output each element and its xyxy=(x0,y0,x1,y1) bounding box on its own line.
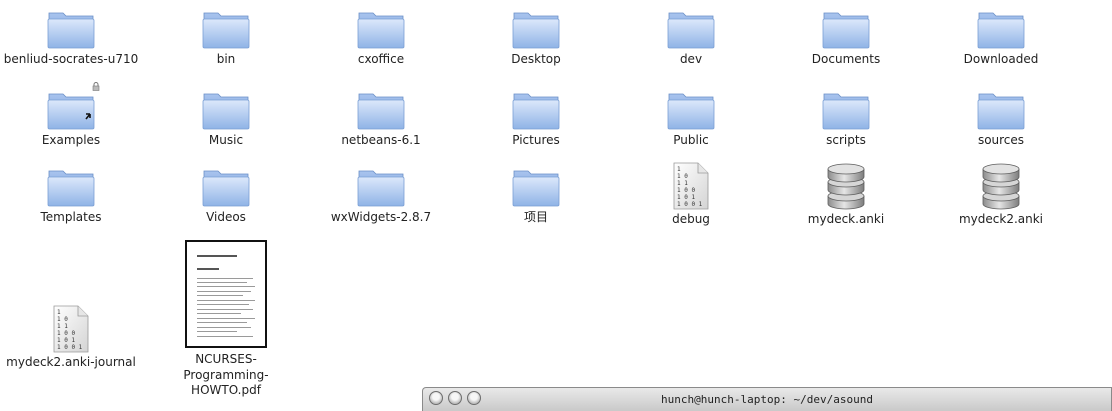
desktop-item-downloaded[interactable]: Downloaded xyxy=(926,10,1076,67)
folder-icon xyxy=(202,170,250,207)
desktop-item-debug[interactable]: 11 01 1 1 0 01 0 11 0 0 1 debug xyxy=(616,162,766,227)
svg-text:1: 1 xyxy=(677,166,681,173)
desktop-item-videos[interactable]: Videos xyxy=(151,168,301,225)
folder-icon xyxy=(202,93,250,130)
item-label: dev xyxy=(679,52,703,66)
desktop-item-examples[interactable]: Examples xyxy=(0,91,146,148)
folder-icon xyxy=(512,93,560,130)
desktop-item-wxwidgets[interactable]: wxWidgets-2.8.7 xyxy=(306,168,456,225)
folder-icon xyxy=(47,170,95,207)
database-icon xyxy=(827,163,865,210)
item-label: mydeck2.anki xyxy=(958,212,1044,226)
item-label: Desktop xyxy=(511,52,561,66)
lock-emblem-icon xyxy=(92,82,100,91)
desktop-item-desktop[interactable]: Desktop xyxy=(461,10,611,67)
folder-icon xyxy=(357,12,405,49)
folder-icon xyxy=(667,93,715,130)
item-label: netbeans-6.1 xyxy=(341,133,421,147)
item-label: Public xyxy=(673,133,709,147)
folder-icon xyxy=(977,12,1025,49)
desktop-item-mydeck2-anki-journal[interactable]: 11 01 1 1 0 01 0 11 0 0 1 mydeck2.anki-j… xyxy=(0,305,146,370)
item-label: mydeck.anki xyxy=(807,212,885,226)
svg-text:1 0 1: 1 0 1 xyxy=(57,337,75,344)
folder-link-icon xyxy=(47,93,95,130)
svg-text:1 0 0: 1 0 0 xyxy=(57,330,75,337)
desktop-item-scripts[interactable]: scripts xyxy=(771,91,921,148)
svg-text:1 0 0 1: 1 0 0 1 xyxy=(57,344,83,351)
pdf-thumbnail-icon xyxy=(185,240,267,348)
desktop-item-documents[interactable]: Documents xyxy=(771,10,921,67)
desktop-item-public[interactable]: Public xyxy=(616,91,766,148)
folder-icon xyxy=(512,170,560,207)
folder-icon xyxy=(47,12,95,49)
folder-icon xyxy=(822,12,870,49)
item-label: Pictures xyxy=(512,133,560,147)
svg-text:1: 1 xyxy=(57,309,61,316)
svg-text:1 0 1: 1 0 1 xyxy=(677,194,695,201)
item-label: mydeck2.anki-journal xyxy=(6,355,136,369)
item-label: Downloaded xyxy=(963,52,1039,66)
item-label: debug xyxy=(672,212,710,226)
binary-file-icon: 11 01 1 1 0 01 0 11 0 0 1 xyxy=(53,305,89,353)
desktop-item-mydeck2-anki[interactable]: mydeck2.anki xyxy=(926,163,1076,227)
desktop-item-mydeck-anki[interactable]: mydeck.anki xyxy=(771,163,921,227)
desktop-item-bin[interactable]: bin xyxy=(151,10,301,67)
svg-text:1 0: 1 0 xyxy=(57,316,68,323)
folder-icon xyxy=(357,93,405,130)
folder-icon xyxy=(667,12,715,49)
item-label: sources xyxy=(977,133,1025,147)
item-label: 项目 xyxy=(523,210,548,224)
item-label: NCURSES-Programming-HOWTO.pdf xyxy=(183,352,269,397)
svg-text:1 1: 1 1 xyxy=(57,323,68,330)
binary-file-icon: 11 01 1 1 0 01 0 11 0 0 1 xyxy=(673,162,709,210)
desktop-item-cxoffice[interactable]: cxoffice xyxy=(306,10,456,67)
item-label: Videos xyxy=(206,210,246,224)
item-label: bin xyxy=(216,52,236,66)
item-label: benliud-socrates-u710 xyxy=(3,52,139,66)
svg-text:1 1: 1 1 xyxy=(677,180,688,187)
folder-icon xyxy=(512,12,560,49)
folder-icon xyxy=(202,12,250,49)
folder-icon xyxy=(822,93,870,130)
desktop-item-sources[interactable]: sources xyxy=(926,91,1076,148)
terminal-window-titlebar[interactable]: hunch@hunch-laptop: ~/dev/asound xyxy=(422,387,1112,411)
item-label: wxWidgets-2.8.7 xyxy=(330,210,432,224)
desktop-item-benliud-socrates-u710[interactable]: benliud-socrates-u710 xyxy=(0,10,146,67)
desktop-item-netbeans[interactable]: netbeans-6.1 xyxy=(306,91,456,148)
desktop-item-xiangmu[interactable]: 项目 xyxy=(461,168,611,225)
item-label: Documents xyxy=(811,52,881,66)
item-label: Templates xyxy=(40,210,102,224)
window-title: hunch@hunch-laptop: ~/dev/asound xyxy=(661,393,873,406)
desktop-item-pictures[interactable]: Pictures xyxy=(461,91,611,148)
item-label: Music xyxy=(208,133,244,147)
item-label: cxoffice xyxy=(357,52,405,66)
desktop-item-templates[interactable]: Templates xyxy=(0,168,146,225)
database-icon xyxy=(982,163,1020,210)
svg-text:1 0: 1 0 xyxy=(677,173,688,180)
item-label: scripts xyxy=(826,133,866,147)
folder-icon xyxy=(977,93,1025,130)
svg-text:1 0 0: 1 0 0 xyxy=(677,187,695,194)
item-label: Examples xyxy=(41,133,101,147)
desktop-item-music[interactable]: Music xyxy=(151,91,301,148)
desktop-item-dev[interactable]: dev xyxy=(616,10,766,67)
desktop-item-ncurses-pdf[interactable]: NCURSES-Programming-HOWTO.pdf xyxy=(151,240,301,399)
svg-text:1 0 0 1: 1 0 0 1 xyxy=(677,201,703,208)
folder-icon xyxy=(357,170,405,207)
